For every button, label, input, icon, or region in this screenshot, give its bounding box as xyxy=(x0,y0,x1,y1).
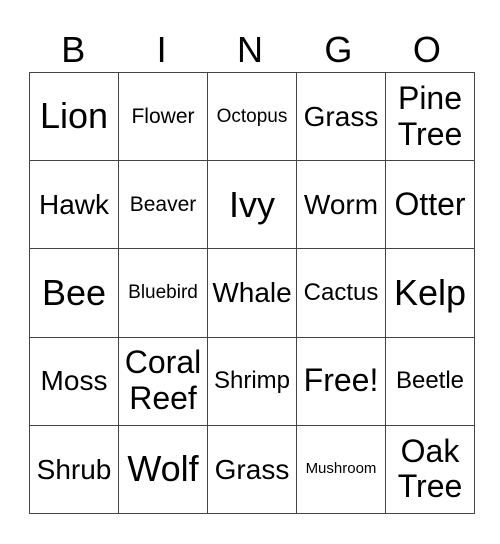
bingo-cell[interactable]: Hawk xyxy=(29,160,119,250)
bingo-cell-text: Mushroom xyxy=(305,459,377,477)
bingo-cell[interactable]: Lion xyxy=(29,71,119,162)
bingo-cell-text: Grass xyxy=(303,100,379,132)
bingo-cell[interactable]: Mushroom xyxy=(296,424,386,515)
header-letter-o: O xyxy=(412,29,441,70)
header-letter-i: I xyxy=(156,29,167,70)
bingo-cell-text: Beaver xyxy=(129,193,197,217)
bingo-cell[interactable]: Cactus xyxy=(296,248,386,338)
bingo-row: Shrub Wolf Grass Mushroom Oak Tree xyxy=(29,424,475,515)
header-letter-n: N xyxy=(237,29,264,70)
bingo-row: Hawk Beaver Ivy Worm Otter xyxy=(29,160,475,250)
bingo-cell-text: Coral Reef xyxy=(124,344,202,417)
bingo-cell[interactable]: Shrub xyxy=(29,424,119,515)
bingo-grid: Lion Flower Octopus Grass Pine Tree Hawk Beave… xyxy=(29,71,475,515)
bingo-cell-text: Beetle xyxy=(395,366,465,394)
bingo-cell[interactable]: Pine Tree xyxy=(385,71,475,162)
bingo-cell[interactable]: Oak Tree xyxy=(385,424,475,515)
bingo-cell-text: Free! xyxy=(303,362,379,399)
bingo-cell[interactable]: Bee xyxy=(29,248,119,338)
bingo-cell[interactable]: Worm xyxy=(296,160,386,250)
bingo-cell[interactable]: Wolf xyxy=(118,424,208,515)
bingo-cell-text: Lion xyxy=(39,95,109,137)
bingo-cell[interactable]: Whale xyxy=(207,248,297,338)
bingo-cell-text: Otter xyxy=(394,185,466,222)
bingo-cell-text: Shrub xyxy=(36,453,112,485)
bingo-row: Bee Bluebird Whale Cactus Kelp xyxy=(29,248,475,338)
bingo-cell-text: Worm xyxy=(303,189,379,221)
bingo-cell-text: Grass xyxy=(214,453,290,485)
bingo-cell-text: Moss xyxy=(40,365,108,397)
bingo-cell[interactable]: Shrimp xyxy=(207,336,297,426)
header-letter-b: B xyxy=(61,29,86,70)
header-letter-g: G xyxy=(324,29,353,70)
bingo-cell-text: Bluebird xyxy=(128,282,198,304)
bingo-cell[interactable]: Grass xyxy=(207,424,297,515)
bingo-cell[interactable]: Beaver xyxy=(118,160,208,250)
bingo-header: B I N G O xyxy=(29,28,471,72)
bingo-row: Lion Flower Octopus Grass Pine Tree xyxy=(29,71,475,162)
bingo-cell[interactable]: Free! xyxy=(296,336,386,426)
bingo-cell-text: Pine Tree xyxy=(397,79,463,152)
bingo-cell-text: Oak Tree xyxy=(397,432,463,505)
bingo-cell[interactable]: Otter xyxy=(385,160,475,250)
bingo-cell-text: Shrimp xyxy=(213,366,291,394)
bingo-cell[interactable]: Bluebird xyxy=(118,248,208,338)
bingo-cell-text: Wolf xyxy=(127,448,199,490)
bingo-cell[interactable]: Kelp xyxy=(385,248,475,338)
bingo-cell[interactable]: Octopus xyxy=(207,71,297,162)
bingo-cell-text: Kelp xyxy=(393,271,467,313)
bingo-cell-text: Whale xyxy=(212,277,292,309)
bingo-cell[interactable]: Moss xyxy=(29,336,119,426)
bingo-cell[interactable]: Beetle xyxy=(385,336,475,426)
bingo-cell-text: Cactus xyxy=(303,278,379,306)
bingo-cell[interactable]: Ivy xyxy=(207,160,297,250)
bingo-cell-text: Octopus xyxy=(216,105,288,127)
bingo-cell-text: Flower xyxy=(131,104,195,128)
bingo-cell-text: Ivy xyxy=(228,183,275,225)
bingo-cell[interactable]: Coral Reef xyxy=(118,336,208,426)
bingo-row: Moss Coral Reef Shrimp Free! Beetle xyxy=(29,336,475,426)
bingo-cell-text: Bee xyxy=(41,271,107,313)
bingo-cell[interactable]: Flower xyxy=(118,71,208,162)
bingo-cell[interactable]: Grass xyxy=(296,71,386,162)
bingo-cell-text: Hawk xyxy=(38,189,109,221)
